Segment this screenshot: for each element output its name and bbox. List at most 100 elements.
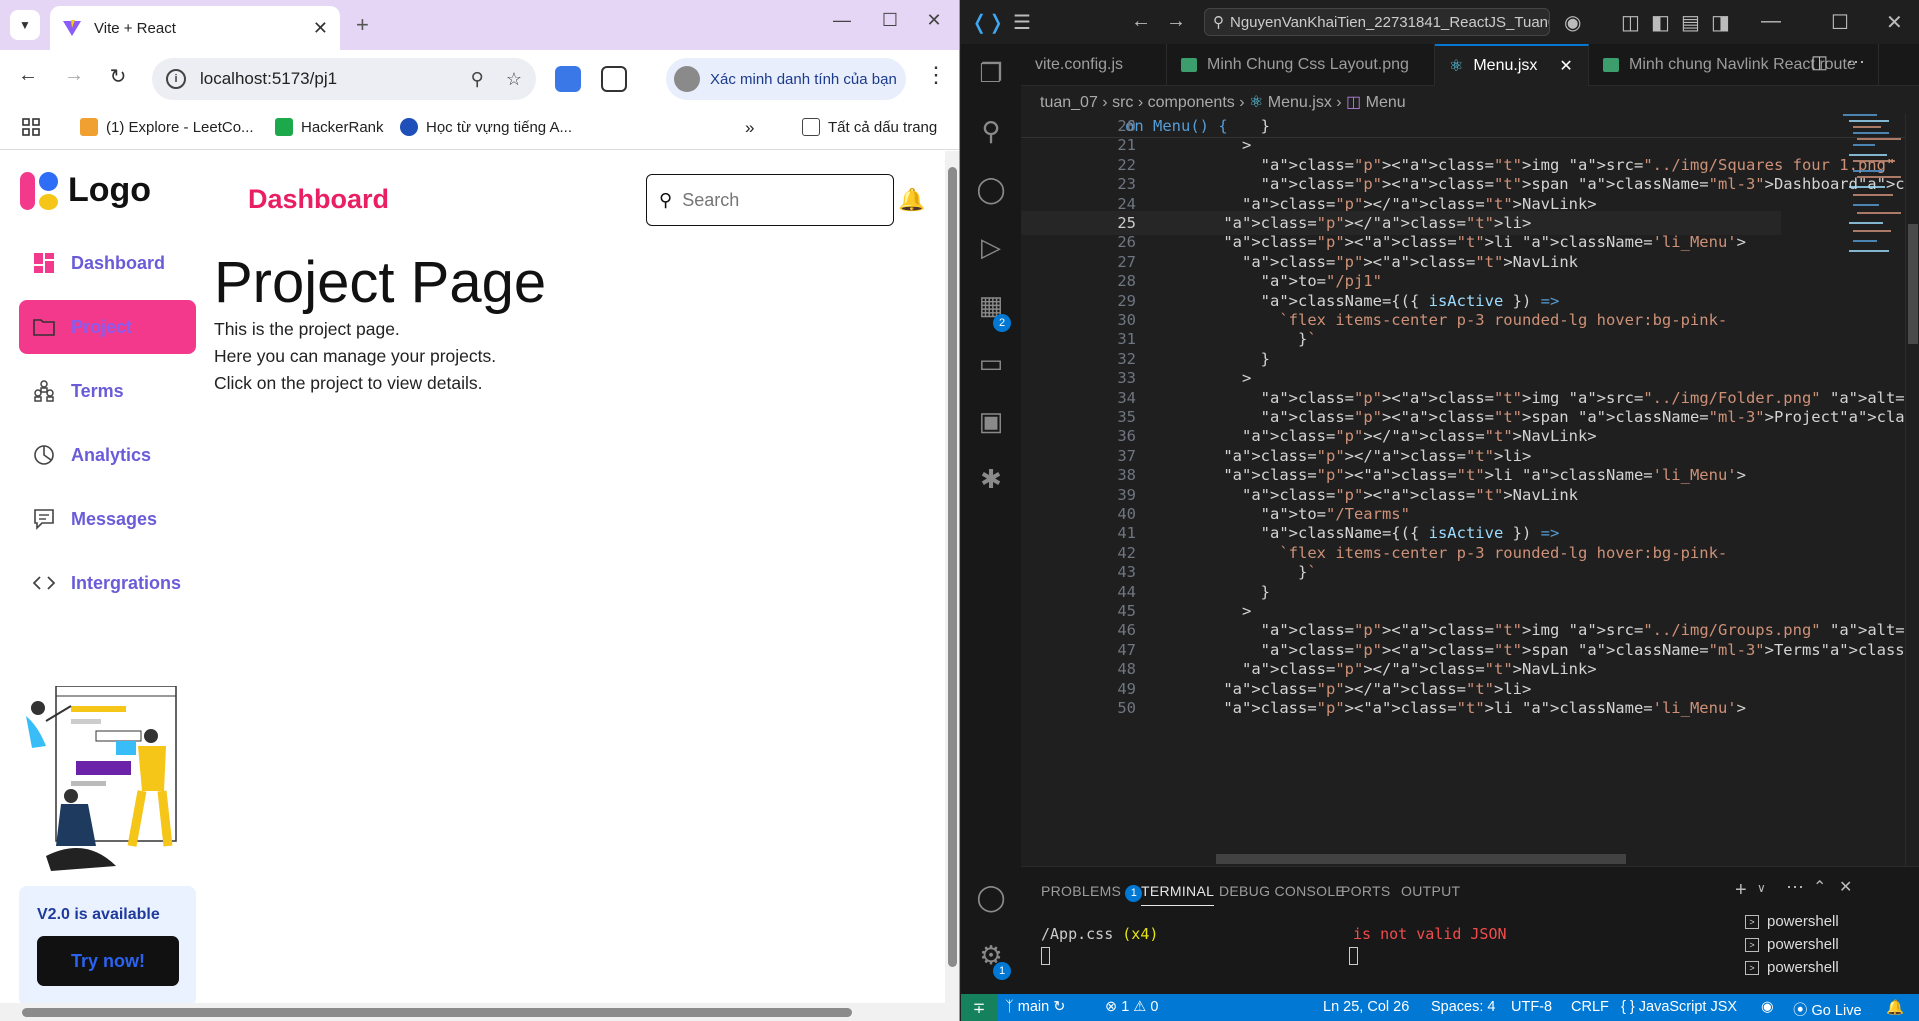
forward-button[interactable]: → xyxy=(60,64,88,87)
url-text[interactable]: localhost:5173/pj1 xyxy=(200,69,449,89)
notifications-bell-icon[interactable]: 🔔 xyxy=(1886,999,1904,1016)
tab-debug-console[interactable]: DEBUG CONSOLE xyxy=(1219,883,1345,899)
browser-tab[interactable]: Vite + React ✕ xyxy=(50,6,340,50)
sidebar-item-analytics[interactable]: Analytics xyxy=(19,428,196,482)
copilot-icon[interactable]: ◉ xyxy=(1564,10,1581,35)
sidebar-item-terms[interactable]: Terms xyxy=(19,364,196,418)
sidebar-item-integrations[interactable]: Intergrations xyxy=(19,556,196,610)
problems-status[interactable]: ⊗ 1 ⚠ 0 xyxy=(1105,999,1158,1015)
site-info-icon[interactable]: i xyxy=(166,69,186,89)
terminal-instance[interactable]: > powershell xyxy=(1745,959,1839,976)
line-ending[interactable]: CRLF xyxy=(1571,999,1609,1015)
code-line[interactable]: 50 "a">class="p"><"a">class="t">li "a">c… xyxy=(1021,696,1781,720)
hamburger-menu-icon[interactable]: ☰ xyxy=(1013,10,1031,35)
new-tab-button[interactable]: + xyxy=(356,12,369,38)
close-icon[interactable]: ✕ xyxy=(313,18,328,39)
breadcrumb-item[interactable]: Menu.jsx xyxy=(1268,94,1332,111)
profile-button[interactable]: Xác minh danh tính của bạn xyxy=(666,58,906,100)
bookmark-vocab[interactable]: Học từ vựng tiếng A... xyxy=(400,118,572,136)
terminal-instance[interactable]: > powershell xyxy=(1745,936,1839,953)
bookmark-hackerrank[interactable]: HackerRank xyxy=(275,118,384,136)
more-bookmarks-chevron-icon[interactable]: » xyxy=(745,118,754,138)
chevron-down-icon[interactable]: ∨ xyxy=(1757,881,1766,895)
language-mode[interactable]: { } JavaScript JSX xyxy=(1621,999,1737,1015)
zoom-icon[interactable]: ⚲ xyxy=(471,69,484,90)
scrollbar-thumb[interactable] xyxy=(948,167,957,967)
tab-list-button[interactable]: ▼ xyxy=(10,10,40,40)
back-button[interactable]: ← xyxy=(14,64,42,87)
apps-grid-icon[interactable] xyxy=(22,118,40,136)
page-horizontal-scrollbar[interactable] xyxy=(0,1003,959,1021)
browser-menu-icon[interactable]: ⋮ xyxy=(925,62,947,88)
bell-icon[interactable]: 🔔 xyxy=(898,187,925,213)
maximize-panel-icon[interactable]: ⌃ xyxy=(1813,877,1826,897)
sidebar-item-project[interactable]: Project xyxy=(19,300,196,354)
more-actions-icon[interactable]: ⋯ xyxy=(1786,877,1804,898)
terminal-instance[interactable]: > powershell xyxy=(1745,913,1839,930)
encoding[interactable]: UTF-8 xyxy=(1511,999,1552,1015)
remote-indicator-icon[interactable]: ∓ xyxy=(961,994,997,1021)
remote-explorer-icon[interactable]: ▭ xyxy=(975,348,1007,380)
minimize-button[interactable]: — xyxy=(1761,10,1781,33)
maximize-button[interactable]: ☐ xyxy=(870,10,910,31)
command-center[interactable]: ⚲ NguyenVanKhaiTien_22731841_ReactJS_Tuan… xyxy=(1204,8,1550,36)
run-debug-icon[interactable]: ▷ xyxy=(975,232,1007,264)
more-actions-icon[interactable]: ⋯ xyxy=(1847,52,1865,73)
minimize-button[interactable]: — xyxy=(822,10,862,31)
try-now-button[interactable]: Try now! xyxy=(37,936,179,986)
extensions-puzzle-icon[interactable] xyxy=(601,66,627,92)
toggle-sidebar-icon[interactable]: ◧ xyxy=(1651,10,1670,35)
code-editor[interactable]: 6 on Menu() { 20 } 21 >22 "a">class="p"><… xyxy=(1021,114,1919,866)
arrow-left-icon[interactable]: ← xyxy=(1131,10,1151,33)
toggle-secondary-sidebar-icon[interactable]: ◨ xyxy=(1711,10,1730,35)
breadcrumb-item[interactable]: Menu xyxy=(1366,94,1406,111)
tab-output[interactable]: OUTPUT xyxy=(1401,883,1460,899)
breadcrumb-item[interactable]: components xyxy=(1148,94,1235,111)
address-bar[interactable]: i localhost:5173/pj1 ⚲ ☆ xyxy=(152,58,536,100)
split-editor-icon[interactable]: ◫ xyxy=(1811,52,1828,73)
close-panel-icon[interactable]: ✕ xyxy=(1839,877,1852,897)
editor-vertical-scrollbar[interactable] xyxy=(1905,114,1919,866)
reload-button[interactable]: ↻ xyxy=(104,64,132,89)
tab-problems[interactable]: PROBLEMS 1 xyxy=(1041,883,1143,902)
new-terminal-plus-icon[interactable]: + xyxy=(1735,879,1747,902)
copilot-status-icon[interactable]: ◉ xyxy=(1761,999,1774,1015)
app-logo[interactable]: Logo xyxy=(20,171,151,210)
git-branch[interactable]: ᛉ main ↻ xyxy=(1005,999,1065,1015)
testing-icon[interactable]: ▣ xyxy=(975,406,1007,438)
editor-horizontal-scrollbar[interactable] xyxy=(1216,854,1626,864)
sidebar-item-dashboard[interactable]: Dashboard xyxy=(19,236,196,290)
breadcrumb-item[interactable]: src xyxy=(1112,94,1133,111)
star-icon[interactable]: ☆ xyxy=(506,69,522,90)
go-live-button[interactable]: ⦿ Go Live xyxy=(1793,999,1862,1020)
layout-controls-icon[interactable]: ◫ xyxy=(1621,10,1640,35)
close-window-button[interactable]: ✕ xyxy=(914,10,954,31)
search-input[interactable] xyxy=(682,189,863,211)
close-window-button[interactable]: ✕ xyxy=(1886,10,1903,35)
indentation[interactable]: Spaces: 4 xyxy=(1431,999,1496,1015)
sidebar-item-messages[interactable]: Messages xyxy=(19,492,196,546)
bookmarks-folder[interactable]: Tất cả dấu trang xyxy=(802,118,937,136)
minimap[interactable] xyxy=(1843,114,1903,344)
tab-menu-jsx[interactable]: ⚛ Menu.jsx ✕ xyxy=(1435,44,1589,86)
python-icon[interactable]: ✱ xyxy=(975,464,1007,496)
maximize-button[interactable]: ☐ xyxy=(1831,10,1849,35)
breadcrumb-item[interactable]: tuan_07 xyxy=(1040,94,1098,111)
search-box[interactable]: ⚲ xyxy=(646,174,894,226)
toggle-panel-icon[interactable]: ▤ xyxy=(1681,10,1700,35)
search-icon[interactable]: ⚲ xyxy=(975,116,1007,148)
close-icon[interactable]: ✕ xyxy=(1559,56,1572,76)
explorer-icon[interactable]: ❐ xyxy=(975,58,1007,90)
source-control-icon[interactable]: ◯ xyxy=(975,174,1007,206)
page-vertical-scrollbar[interactable] xyxy=(945,151,959,1003)
scrollbar-thumb[interactable] xyxy=(1908,224,1918,344)
translate-extension-icon[interactable] xyxy=(555,66,581,92)
accounts-icon[interactable]: ◯ xyxy=(975,882,1007,914)
cursor-position[interactable]: Ln 25, Col 26 xyxy=(1323,999,1409,1015)
tab-css-layout-png[interactable]: Minh Chung Css Layout.png xyxy=(1167,44,1435,86)
tab-terminal[interactable]: TERMINAL xyxy=(1141,883,1215,906)
tab-ports[interactable]: PORTS xyxy=(1341,883,1390,899)
bookmark-leetcode[interactable]: (1) Explore - LeetCo... xyxy=(80,118,254,136)
tab-navlink-png[interactable]: Minh chung Navlink React route xyxy=(1589,44,1879,86)
tab-vite-config[interactable]: vite.config.js xyxy=(1021,44,1167,86)
